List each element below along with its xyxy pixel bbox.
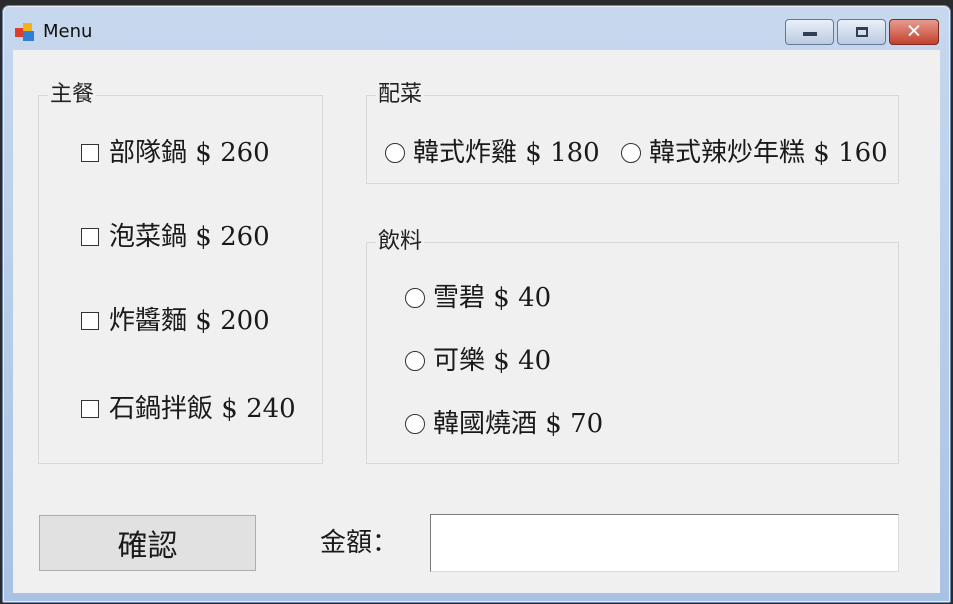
side-dish-radio-1[interactable]: 韓式辣炒年糕 $ 160 — [621, 138, 888, 168]
app-window: Menu ✕ 主餐 部隊鍋 $ 260 泡菜鍋 $ 260 炸醬麵 $ 200 — [2, 5, 951, 603]
close-icon: ✕ — [906, 20, 922, 43]
checkbox-box[interactable] — [81, 144, 99, 162]
form-client-area: 主餐 部隊鍋 $ 260 泡菜鍋 $ 260 炸醬麵 $ 200 石鍋拌飯 $ … — [13, 50, 940, 593]
amount-field[interactable] — [430, 514, 899, 572]
checkbox-box[interactable] — [81, 312, 99, 330]
drink-radio-0[interactable]: 雪碧 $ 40 — [405, 283, 551, 313]
checkbox-label: 石鍋拌飯 $ 240 — [109, 394, 296, 424]
checkbox-label: 泡菜鍋 $ 260 — [109, 222, 270, 252]
main-course-legend: 主餐 — [48, 82, 97, 108]
radio-label: 韓國燒酒 $ 70 — [433, 409, 604, 439]
checkbox-box[interactable] — [81, 400, 99, 418]
drink-radio-2[interactable]: 韓國燒酒 $ 70 — [405, 409, 603, 439]
radio-circle[interactable] — [621, 143, 641, 163]
radio-label: 韓式辣炒年糕 $ 160 — [649, 138, 888, 168]
radio-label: 雪碧 $ 40 — [433, 283, 552, 313]
app-window-icon — [15, 23, 37, 41]
side-dish-legend: 配菜 — [376, 82, 425, 108]
title-bar[interactable]: Menu ✕ — [3, 6, 950, 50]
maximize-icon — [855, 27, 868, 37]
radio-circle[interactable] — [405, 288, 425, 308]
radio-label: 可樂 $ 40 — [433, 346, 552, 376]
main-course-checkbox-0[interactable]: 部隊鍋 $ 260 — [81, 138, 270, 168]
radio-circle[interactable] — [405, 414, 425, 434]
checkbox-label: 炸醬麵 $ 200 — [109, 306, 270, 336]
checkbox-label: 部隊鍋 $ 260 — [109, 138, 270, 168]
window-title: Menu — [43, 21, 93, 42]
main-course-checkbox-1[interactable]: 泡菜鍋 $ 260 — [81, 222, 270, 252]
minimize-icon — [802, 32, 817, 36]
close-button[interactable]: ✕ — [889, 19, 939, 45]
checkbox-box[interactable] — [81, 228, 99, 246]
main-course-checkbox-2[interactable]: 炸醬麵 $ 200 — [81, 306, 270, 336]
drink-radio-1[interactable]: 可樂 $ 40 — [405, 346, 551, 376]
maximize-button[interactable] — [837, 19, 886, 45]
side-dish-radio-0[interactable]: 韓式炸雞 $ 180 — [385, 138, 600, 168]
radio-circle[interactable] — [405, 351, 425, 371]
drinks-legend: 飲料 — [376, 229, 425, 255]
radio-circle[interactable] — [385, 143, 405, 163]
minimize-button[interactable] — [785, 19, 834, 45]
main-course-checkbox-3[interactable]: 石鍋拌飯 $ 240 — [81, 394, 296, 424]
confirm-button[interactable]: 確認 — [39, 515, 256, 571]
radio-label: 韓式炸雞 $ 180 — [413, 138, 600, 168]
amount-label: 金額： — [320, 528, 399, 558]
